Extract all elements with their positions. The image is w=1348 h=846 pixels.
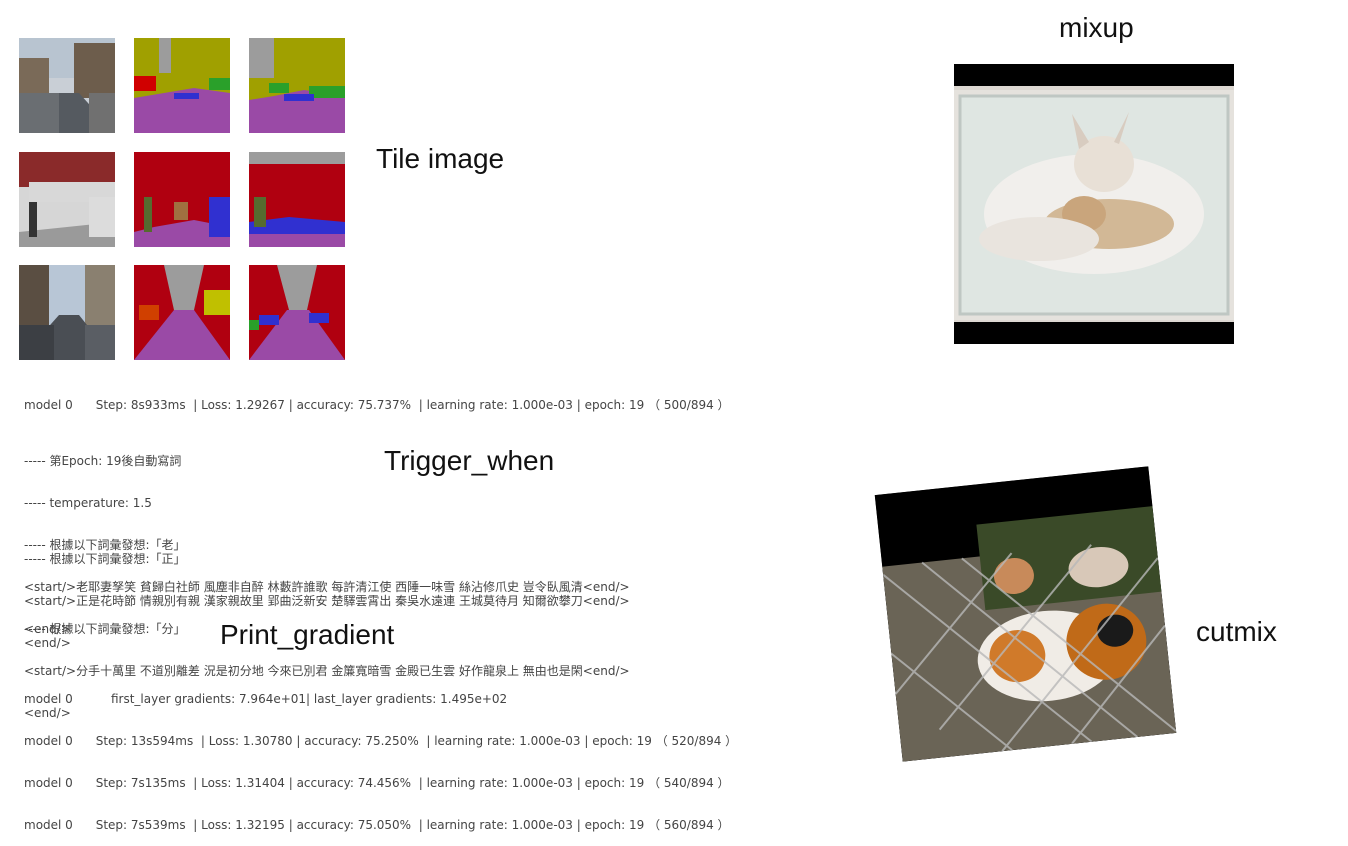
cutmix-image bbox=[874, 466, 1177, 762]
mixup-dogs-picture bbox=[954, 64, 1234, 344]
storefront-photo-tile bbox=[19, 152, 115, 247]
log-line: model 0 Step: 7s539ms | Loss: 1.32195 | … bbox=[24, 818, 730, 832]
cutmix-label: cutmix bbox=[1196, 616, 1277, 647]
segmentation-tile bbox=[249, 265, 345, 360]
segmentation-tile bbox=[134, 265, 230, 360]
segmentation-tile bbox=[134, 152, 230, 247]
segmentation-tile bbox=[134, 38, 230, 133]
log-block-4: model 0 first_layer gradients: 7.964e+01… bbox=[24, 664, 737, 846]
print-gradient-label: Print_gradient bbox=[220, 619, 395, 650]
log-line: ----- 根據以下詞彙發想:「正」 bbox=[24, 552, 186, 566]
cutmix-guinea-pig-picture bbox=[874, 466, 1177, 762]
log-line: model 0 Step: 13s594ms | Loss: 1.30780 |… bbox=[24, 734, 738, 748]
city-street-photo-tile bbox=[19, 265, 115, 360]
trigger-when-label: Trigger_when bbox=[384, 445, 555, 476]
segmentation-tile bbox=[249, 152, 345, 247]
log-line: ----- temperature: 1.5 bbox=[24, 496, 152, 510]
log-line: model 0 first_layer gradients: 7.964e+01… bbox=[24, 692, 508, 706]
segmentation-tile bbox=[249, 38, 345, 133]
log-line: model 0 Step: 8s933ms | Loss: 1.29267 | … bbox=[24, 398, 730, 412]
mixup-image bbox=[954, 64, 1234, 344]
log-line: model 0 Step: 7s135ms | Loss: 1.31404 | … bbox=[24, 776, 730, 790]
tile-image-label: Tile image bbox=[376, 143, 505, 174]
street-photo-tile bbox=[19, 38, 115, 133]
mixup-label: mixup bbox=[1059, 12, 1134, 43]
